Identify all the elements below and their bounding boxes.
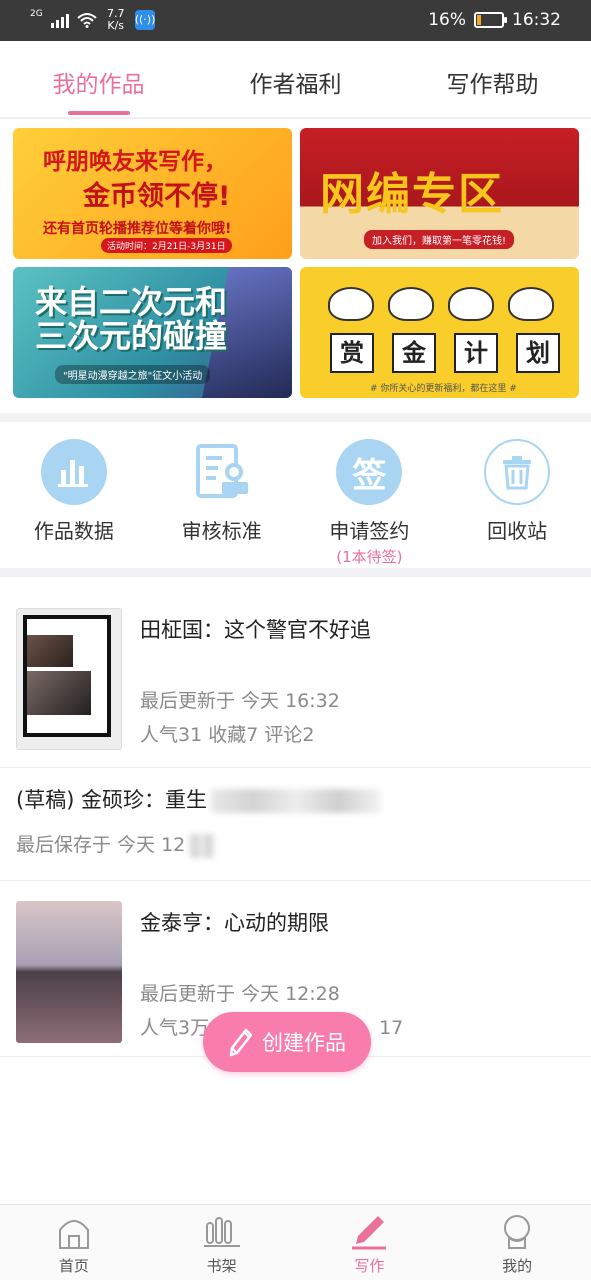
banner-char: 划	[516, 333, 560, 373]
work-stats: 人气31 收藏7 评论2	[140, 724, 315, 746]
book-cover	[16, 608, 122, 750]
signal-icon	[50, 12, 69, 28]
work-stats-tail: 17	[379, 1017, 404, 1039]
action-recycle-bin[interactable]: 回收站	[443, 424, 591, 570]
tab-author-benefits[interactable]: 作者福利	[197, 41, 394, 117]
review-document-icon	[189, 439, 255, 505]
tab-my-works[interactable]: 我的作品	[0, 41, 197, 117]
quick-actions: 作品数据 审核标准 签 申请签约 (1本待签) 回收站	[0, 424, 591, 570]
banner-title: 赏 金 计 划	[330, 333, 560, 373]
clock: 16:32	[512, 10, 561, 30]
pending-contract-count: (1本待签)	[336, 548, 403, 566]
book-cover	[16, 901, 122, 1043]
action-review-standards[interactable]: 审核标准	[148, 424, 296, 570]
home-icon	[54, 1213, 94, 1251]
banner-invite-friends[interactable]: 呼朋唤友来写作， 金币领不停! 还有首页轮播推荐位等着你哦! 活动时间：2月21…	[13, 128, 292, 259]
banner-subtitle: # 你所关心的更新福利，都在这里 #	[370, 384, 517, 394]
writer-page: 2G 7.7 K/s ((·)) 16% 16:32 我的作品 作者福利 写作帮…	[0, 0, 591, 1280]
top-tabs: 我的作品 作者福利 写作帮助	[0, 41, 591, 119]
banner-char: 金	[392, 333, 436, 373]
hotspot-icon: ((·))	[134, 10, 155, 30]
cat-icon	[448, 281, 494, 341]
pencil-icon	[229, 1028, 253, 1057]
action-label: 申请签约	[329, 519, 410, 543]
nav-label: 我的	[502, 1257, 533, 1275]
section-divider	[0, 568, 591, 577]
bottom-nav: 首页 书架 写作 我的	[0, 1204, 591, 1280]
banner-date: 活动时间：2月21日-3月31日	[101, 238, 232, 253]
tab-label: 我的作品	[52, 72, 145, 98]
work-saved-text: 最后保存于 今天 12	[16, 834, 186, 856]
tab-label: 作者福利	[249, 72, 342, 98]
redacted-text	[189, 833, 216, 858]
nav-mine[interactable]: 我的	[443, 1205, 591, 1280]
banner-editor-zone[interactable]: 网编专区 加入我们，赚取第一笔零花钱!	[300, 128, 579, 259]
banner-char: 计	[454, 333, 498, 373]
status-bar: 2G 7.7 K/s ((·)) 16% 16:32	[0, 0, 591, 41]
nav-write[interactable]: 写作	[296, 1205, 444, 1280]
bar-chart-icon	[40, 439, 107, 505]
banner-char: 赏	[330, 333, 374, 373]
action-work-data[interactable]: 作品数据	[0, 424, 148, 570]
cat-illustrations	[328, 281, 554, 341]
work-updated: 最后更新于 今天 16:32	[140, 690, 340, 712]
banner-subtitle: "明星动漫穿越之旅"征文小活动	[55, 365, 211, 384]
speed-unit: K/s	[107, 19, 125, 32]
wifi-icon	[77, 13, 97, 28]
nav-label: 写作	[354, 1257, 385, 1275]
work-item-draft[interactable]: (草稿) 金硕珍：重生 最后保存于 今天 12	[0, 768, 591, 881]
redacted-text	[211, 789, 382, 813]
cat-icon	[508, 281, 554, 341]
tab-label: 写作帮助	[446, 72, 539, 98]
battery-icon	[474, 12, 507, 28]
banner-subtitle: 还有首页轮播推荐位等着你哦!	[43, 221, 232, 237]
action-label: 审核标准	[181, 519, 262, 543]
battery-percent: 16%	[428, 10, 466, 30]
tab-writing-help[interactable]: 写作帮助	[394, 41, 591, 117]
status-left: 2G 7.7 K/s ((·))	[30, 8, 155, 32]
profile-icon	[497, 1213, 537, 1251]
create-work-label: 创建作品	[262, 1031, 346, 1055]
pen-icon	[349, 1213, 389, 1251]
work-saved: 最后保存于 今天 12	[16, 830, 216, 858]
work-updated: 最后更新于 今天 12:28	[140, 983, 340, 1005]
active-tab-indicator	[67, 111, 130, 115]
cat-icon	[388, 281, 434, 341]
banner-title: 来自二次元和三次元的碰撞	[35, 283, 228, 355]
create-work-button[interactable]: 创建作品	[203, 1012, 371, 1072]
nav-bookshelf[interactable]: 书架	[148, 1205, 296, 1280]
trash-icon	[484, 439, 551, 505]
banner-title: 网编专区	[320, 169, 504, 220]
work-title: 金泰亨：心动的期限	[140, 911, 329, 935]
nav-label: 首页	[58, 1257, 89, 1275]
works-list: 田柾国：这个警官不好追 最后更新于 今天 16:32 人气31 收藏7 评论2 …	[0, 578, 591, 1057]
banner-headline: 金币领不停!	[83, 181, 231, 212]
action-apply-contract[interactable]: 签 申请签约 (1本待签)	[296, 424, 444, 570]
cat-icon	[328, 281, 374, 341]
sign-glyph: 签	[352, 455, 387, 496]
nav-home[interactable]: 首页	[0, 1205, 148, 1280]
nav-label: 书架	[206, 1257, 237, 1275]
banner-anime-collab[interactable]: 来自二次元和三次元的碰撞 "明星动漫穿越之旅"征文小活动	[13, 267, 292, 398]
work-title: 田柾国：这个警官不好追	[140, 618, 371, 642]
battery-level	[477, 15, 481, 25]
work-title: (草稿) 金硕珍：重生	[16, 784, 382, 814]
section-divider	[0, 413, 591, 422]
status-right: 16% 16:32	[428, 10, 561, 30]
action-label: 作品数据	[33, 519, 114, 543]
work-item[interactable]: 田柾国：这个警官不好追 最后更新于 今天 16:32 人气31 收藏7 评论2	[0, 578, 591, 768]
sign-icon: 签	[336, 439, 403, 505]
action-label: 回收站	[487, 519, 548, 543]
work-stats-visible: 人气3万	[140, 1017, 210, 1039]
banner-bounty-plan[interactable]: 赏 金 计 划 # 你所关心的更新福利，都在这里 #	[300, 267, 579, 398]
banner-title: 呼朋唤友来写作，	[43, 149, 227, 175]
banner-subtitle: 加入我们，赚取第一笔零花钱!	[364, 230, 515, 249]
bookshelf-icon	[202, 1213, 242, 1251]
network-speed: 7.7 K/s	[105, 8, 127, 32]
network-type: 2G	[30, 8, 43, 19]
work-title-text: (草稿) 金硕珍：重生	[16, 788, 208, 812]
